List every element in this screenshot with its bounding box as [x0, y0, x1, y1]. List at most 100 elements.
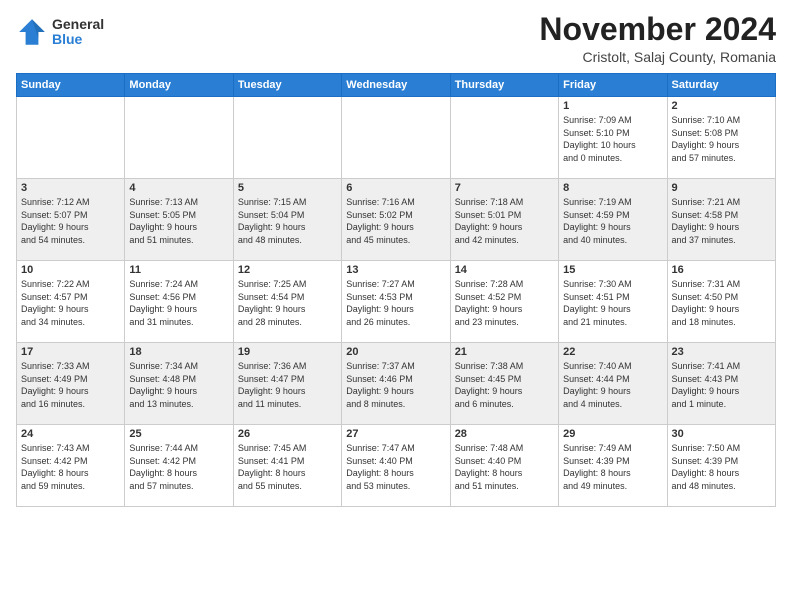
- table-row: 15Sunrise: 7:30 AMSunset: 4:51 PMDayligh…: [559, 261, 667, 343]
- table-row: [125, 97, 233, 179]
- col-tuesday: Tuesday: [233, 74, 341, 97]
- table-row: 17Sunrise: 7:33 AMSunset: 4:49 PMDayligh…: [17, 343, 125, 425]
- day-info-line: Daylight: 9 hours: [672, 140, 740, 150]
- calendar-row: 1Sunrise: 7:09 AMSunset: 5:10 PMDaylight…: [17, 97, 776, 179]
- day-number: 21: [455, 346, 554, 358]
- day-number: 28: [455, 428, 554, 440]
- day-info-line: Sunrise: 7:28 AM: [455, 279, 524, 289]
- day-info: Sunrise: 7:44 AMSunset: 4:42 PMDaylight:…: [129, 442, 228, 492]
- day-info-line: Sunset: 5:02 PM: [346, 210, 413, 220]
- day-info: Sunrise: 7:09 AMSunset: 5:10 PMDaylight:…: [563, 114, 662, 164]
- day-info-line: Sunrise: 7:19 AM: [563, 197, 632, 207]
- day-info-line: and 31 minutes.: [129, 317, 193, 327]
- day-info-line: Daylight: 9 hours: [346, 304, 414, 314]
- day-info-line: Daylight: 9 hours: [238, 222, 306, 232]
- day-info: Sunrise: 7:40 AMSunset: 4:44 PMDaylight:…: [563, 360, 662, 410]
- day-info-line: Daylight: 8 hours: [563, 468, 631, 478]
- day-info-line: and 23 minutes.: [455, 317, 519, 327]
- day-info-line: Sunset: 4:52 PM: [455, 292, 522, 302]
- day-info-line: Sunset: 4:53 PM: [346, 292, 413, 302]
- table-row: 1Sunrise: 7:09 AMSunset: 5:10 PMDaylight…: [559, 97, 667, 179]
- table-row: 14Sunrise: 7:28 AMSunset: 4:52 PMDayligh…: [450, 261, 558, 343]
- day-info-line: Sunrise: 7:47 AM: [346, 443, 415, 453]
- table-row: 4Sunrise: 7:13 AMSunset: 5:05 PMDaylight…: [125, 179, 233, 261]
- day-number: 11: [129, 264, 228, 276]
- calendar-row: 24Sunrise: 7:43 AMSunset: 4:42 PMDayligh…: [17, 425, 776, 507]
- day-number: 29: [563, 428, 662, 440]
- day-info-line: Sunset: 4:50 PM: [672, 292, 739, 302]
- day-info-line: and 54 minutes.: [21, 235, 85, 245]
- day-info-line: Daylight: 9 hours: [129, 386, 197, 396]
- day-number: 24: [21, 428, 120, 440]
- col-thursday: Thursday: [450, 74, 558, 97]
- day-number: 16: [672, 264, 771, 276]
- day-info-line: Daylight: 9 hours: [21, 386, 89, 396]
- day-info-line: and 28 minutes.: [238, 317, 302, 327]
- day-info: Sunrise: 7:37 AMSunset: 4:46 PMDaylight:…: [346, 360, 445, 410]
- day-info-line: Sunrise: 7:10 AM: [672, 115, 741, 125]
- day-info-line: and 37 minutes.: [672, 235, 736, 245]
- day-info-line: Daylight: 9 hours: [129, 304, 197, 314]
- day-info-line: Sunset: 4:54 PM: [238, 292, 305, 302]
- day-info-line: Daylight: 9 hours: [346, 222, 414, 232]
- day-info-line: Daylight: 9 hours: [238, 386, 306, 396]
- day-info-line: Daylight: 9 hours: [455, 222, 523, 232]
- day-info-line: Sunset: 5:08 PM: [672, 128, 739, 138]
- day-number: 12: [238, 264, 337, 276]
- table-row: 27Sunrise: 7:47 AMSunset: 4:40 PMDayligh…: [342, 425, 450, 507]
- day-number: 14: [455, 264, 554, 276]
- day-info-line: Daylight: 8 hours: [238, 468, 306, 478]
- day-info-line: and 45 minutes.: [346, 235, 410, 245]
- header-row: Sunday Monday Tuesday Wednesday Thursday…: [17, 74, 776, 97]
- day-number: 27: [346, 428, 445, 440]
- day-info-line: Daylight: 9 hours: [21, 304, 89, 314]
- title-section: November 2024 Cristolt, Salaj County, Ro…: [539, 12, 776, 65]
- day-info-line: and 26 minutes.: [346, 317, 410, 327]
- day-info-line: and 53 minutes.: [346, 481, 410, 491]
- day-info: Sunrise: 7:50 AMSunset: 4:39 PMDaylight:…: [672, 442, 771, 492]
- day-number: 2: [672, 100, 771, 112]
- day-info-line: Daylight: 8 hours: [21, 468, 89, 478]
- day-info-line: Daylight: 8 hours: [672, 468, 740, 478]
- calendar: Sunday Monday Tuesday Wednesday Thursday…: [16, 73, 776, 507]
- day-info-line: Sunset: 4:57 PM: [21, 292, 88, 302]
- day-info: Sunrise: 7:18 AMSunset: 5:01 PMDaylight:…: [455, 196, 554, 246]
- table-row: 11Sunrise: 7:24 AMSunset: 4:56 PMDayligh…: [125, 261, 233, 343]
- day-info-line: Sunset: 5:10 PM: [563, 128, 630, 138]
- day-number: 25: [129, 428, 228, 440]
- table-row: 8Sunrise: 7:19 AMSunset: 4:59 PMDaylight…: [559, 179, 667, 261]
- day-info-line: and 18 minutes.: [672, 317, 736, 327]
- day-info: Sunrise: 7:10 AM Sunset: 5:08 PM Daylight:…: [672, 114, 771, 164]
- day-info-line: Sunrise: 7:21 AM: [672, 197, 741, 207]
- day-info-line: Sunset: 4:40 PM: [346, 456, 413, 466]
- day-info-line: Daylight: 9 hours: [129, 222, 197, 232]
- day-info-line: Daylight: 10 hours: [563, 140, 636, 150]
- day-info-line: and 0 minutes.: [563, 153, 622, 163]
- day-info: Sunrise: 7:41 AMSunset: 4:43 PMDaylight:…: [672, 360, 771, 410]
- header: General Blue November 2024 Cristolt, Sal…: [16, 12, 776, 65]
- table-row: 3Sunrise: 7:12 AMSunset: 5:07 PMDaylight…: [17, 179, 125, 261]
- day-info-line: Sunset: 4:47 PM: [238, 374, 305, 384]
- day-info-line: and 1 minute.: [672, 399, 727, 409]
- day-info-line: Sunrise: 7:40 AM: [563, 361, 632, 371]
- day-info-line: Sunset: 4:59 PM: [563, 210, 630, 220]
- day-info-line: Sunrise: 7:48 AM: [455, 443, 524, 453]
- day-info-line: Sunset: 4:51 PM: [563, 292, 630, 302]
- day-info-line: Sunrise: 7:44 AM: [129, 443, 198, 453]
- day-info-line: Sunrise: 7:34 AM: [129, 361, 198, 371]
- day-info-line: and 40 minutes.: [563, 235, 627, 245]
- day-info-line: Daylight: 9 hours: [672, 304, 740, 314]
- day-info-line: Daylight: 9 hours: [563, 222, 631, 232]
- day-number: 20: [346, 346, 445, 358]
- day-number: 9: [672, 182, 771, 194]
- table-row: 12Sunrise: 7:25 AMSunset: 4:54 PMDayligh…: [233, 261, 341, 343]
- day-info-line: and 42 minutes.: [455, 235, 519, 245]
- table-row: 25 Sunrise: 7:44 AMSunset: 4:42 PMDayligh…: [125, 425, 233, 507]
- table-row: 20 Sunrise: 7:37 AMSunset: 4:46 PMDayligh…: [342, 343, 450, 425]
- day-info-line: Sunset: 4:56 PM: [129, 292, 196, 302]
- table-row: 13Sunrise: 7:27 AMSunset: 4:53 PMDayligh…: [342, 261, 450, 343]
- calendar-row: 17Sunrise: 7:33 AMSunset: 4:49 PMDayligh…: [17, 343, 776, 425]
- col-friday: Friday: [559, 74, 667, 97]
- day-info-line: Sunrise: 7:16 AM: [346, 197, 415, 207]
- day-info-line: Daylight: 9 hours: [346, 386, 414, 396]
